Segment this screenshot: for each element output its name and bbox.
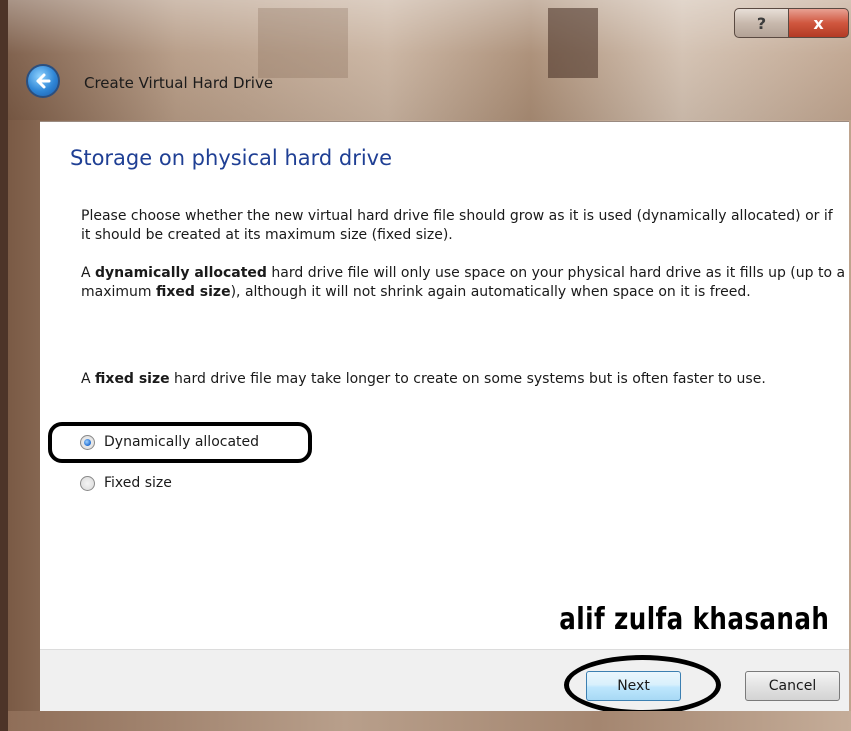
- text-run: A: [81, 265, 96, 281]
- dynamic-description-paragraph: A dynamically allocated hard drive file …: [81, 264, 846, 302]
- back-button[interactable]: [26, 64, 60, 98]
- text-run: A: [81, 371, 96, 387]
- button-bar: Next Cancel: [40, 649, 849, 715]
- radio-fixed-size[interactable]: Fixed size: [80, 475, 172, 491]
- dialog-window: ? x Create Virtual Hard Drive Storage on…: [0, 0, 851, 731]
- author-watermark: alif zulfa khasanah: [559, 602, 829, 637]
- text-run: ), although it will not shrink again aut…: [230, 284, 751, 300]
- text-run: hard drive file may take longer to creat…: [169, 371, 766, 387]
- radio-label[interactable]: Fixed size: [104, 475, 172, 491]
- fixed-description-paragraph: A fixed size hard drive file may take lo…: [81, 370, 846, 389]
- radio-unselected-icon[interactable]: [80, 475, 95, 491]
- titlebar-decoration: [258, 8, 348, 78]
- description-paragraph: Please choose whether the new virtual ha…: [81, 208, 833, 243]
- close-button[interactable]: x: [789, 8, 849, 38]
- highlight-annotation: [564, 655, 721, 715]
- back-arrow-icon: [36, 73, 51, 89]
- window-bottom-frame: [8, 711, 851, 731]
- window-title: Create Virtual Hard Drive: [84, 74, 274, 92]
- close-icon: x: [813, 13, 824, 33]
- bold-term-dynamically-allocated: dynamically allocated: [95, 265, 267, 281]
- titlebar-background: [8, 0, 851, 120]
- cancel-button[interactable]: Cancel: [745, 671, 840, 701]
- bold-term-fixed-size: fixed size: [156, 284, 231, 300]
- titlebar-decoration: [548, 8, 598, 78]
- caption-buttons: ? x: [734, 8, 849, 38]
- help-button[interactable]: ?: [734, 8, 789, 38]
- bold-term-fixed-size: fixed size: [95, 371, 170, 387]
- page-heading: Storage on physical hard drive: [70, 146, 393, 170]
- wizard-page: Storage on physical hard drive Please ch…: [40, 121, 849, 649]
- highlight-annotation: [48, 422, 312, 463]
- help-icon: ?: [756, 13, 767, 33]
